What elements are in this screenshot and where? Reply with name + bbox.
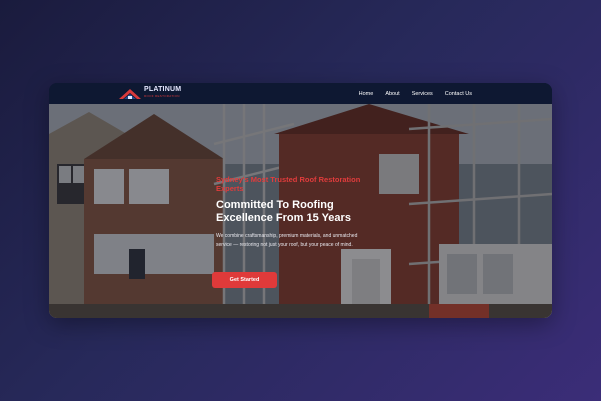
nav-services[interactable]: Services [412,91,433,97]
hero-content: Sydney's Most Trusted Roof Restoration E… [212,175,386,288]
brand-tagline: ROOF RESTORATION [144,94,180,98]
navbar: PLATINUM ROOF RESTORATION Home About Ser… [49,83,552,104]
brand-name: PLATINUM [144,86,182,93]
nav-about[interactable]: About [385,91,399,97]
get-started-button[interactable]: Get Started [212,272,277,288]
hero-headline: Committed To Roofing Excellence From 15 … [216,199,351,224]
main-nav: Home About Services Contact Us [359,83,472,104]
logo[interactable]: PLATINUM ROOF RESTORATION [118,86,181,100]
hero-eyebrow: Sydney's Most Trusted Roof Restoration E… [216,175,361,193]
hero-description: We combine craftsmanship, premium materi… [216,233,358,248]
browser-window: PLATINUM ROOF RESTORATION Home About Ser… [49,83,552,318]
nav-contact-us[interactable]: Contact Us [445,91,472,97]
hero-section: Sydney's Most Trusted Roof Restoration E… [49,104,552,318]
nav-home[interactable]: Home [359,91,374,97]
roof-logo-icon [118,87,142,100]
